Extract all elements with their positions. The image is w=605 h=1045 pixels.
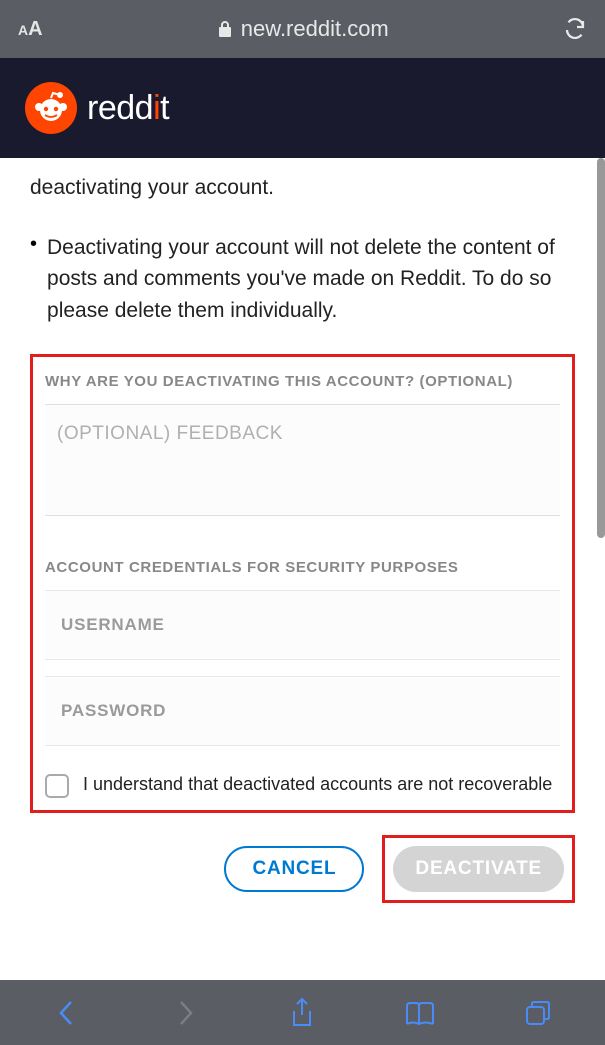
lock-icon <box>217 20 233 38</box>
confirm-checkbox-row: I understand that deactivated accounts a… <box>45 772 560 798</box>
confirm-checkbox[interactable] <box>45 774 69 798</box>
url-text: new.reddit.com <box>241 16 389 42</box>
browser-bottom-toolbar <box>0 980 605 1045</box>
button-row: CANCEL DEACTIVATE <box>30 835 575 903</box>
deactivate-button[interactable]: DEACTIVATE <box>393 846 564 892</box>
forward-icon[interactable] <box>165 993 205 1033</box>
bullet-text: Deactivating your account will not delet… <box>47 232 575 327</box>
bullet-icon: • <box>30 232 37 327</box>
back-icon[interactable] <box>47 993 87 1033</box>
feedback-textarea[interactable] <box>45 404 560 516</box>
deactivate-highlight-box: DEACTIVATE <box>382 835 575 903</box>
cancel-button[interactable]: CANCEL <box>224 846 364 892</box>
info-bullet: • Deactivating your account will not del… <box>30 232 575 327</box>
form-highlight-box: WHY ARE YOU DEACTIVATING THIS ACCOUNT? (… <box>30 354 575 813</box>
bookmarks-icon[interactable] <box>400 993 440 1033</box>
text-size-icon[interactable]: AA <box>18 18 43 41</box>
reload-icon[interactable] <box>563 16 587 42</box>
info-partial-line: deactivating your account. <box>30 158 575 204</box>
main-content: deactivating your account. • Deactivatin… <box>0 158 605 980</box>
password-field[interactable] <box>45 676 560 746</box>
feedback-label: WHY ARE YOU DEACTIVATING THIS ACCOUNT? (… <box>45 373 560 390</box>
browser-address-bar: AA new.reddit.com <box>0 0 605 58</box>
share-icon[interactable] <box>282 993 322 1033</box>
confirm-checkbox-label: I understand that deactivated accounts a… <box>83 772 552 797</box>
reddit-header: reddit <box>0 58 605 158</box>
scrollbar[interactable] <box>597 158 605 538</box>
credentials-label: ACCOUNT CREDENTIALS FOR SECURITY PURPOSE… <box>45 559 560 576</box>
username-field[interactable] <box>45 590 560 660</box>
reddit-wordmark: reddit <box>87 89 169 128</box>
tabs-icon[interactable] <box>518 993 558 1033</box>
url-display[interactable]: new.reddit.com <box>53 16 553 42</box>
reddit-logo-icon[interactable] <box>25 82 77 134</box>
